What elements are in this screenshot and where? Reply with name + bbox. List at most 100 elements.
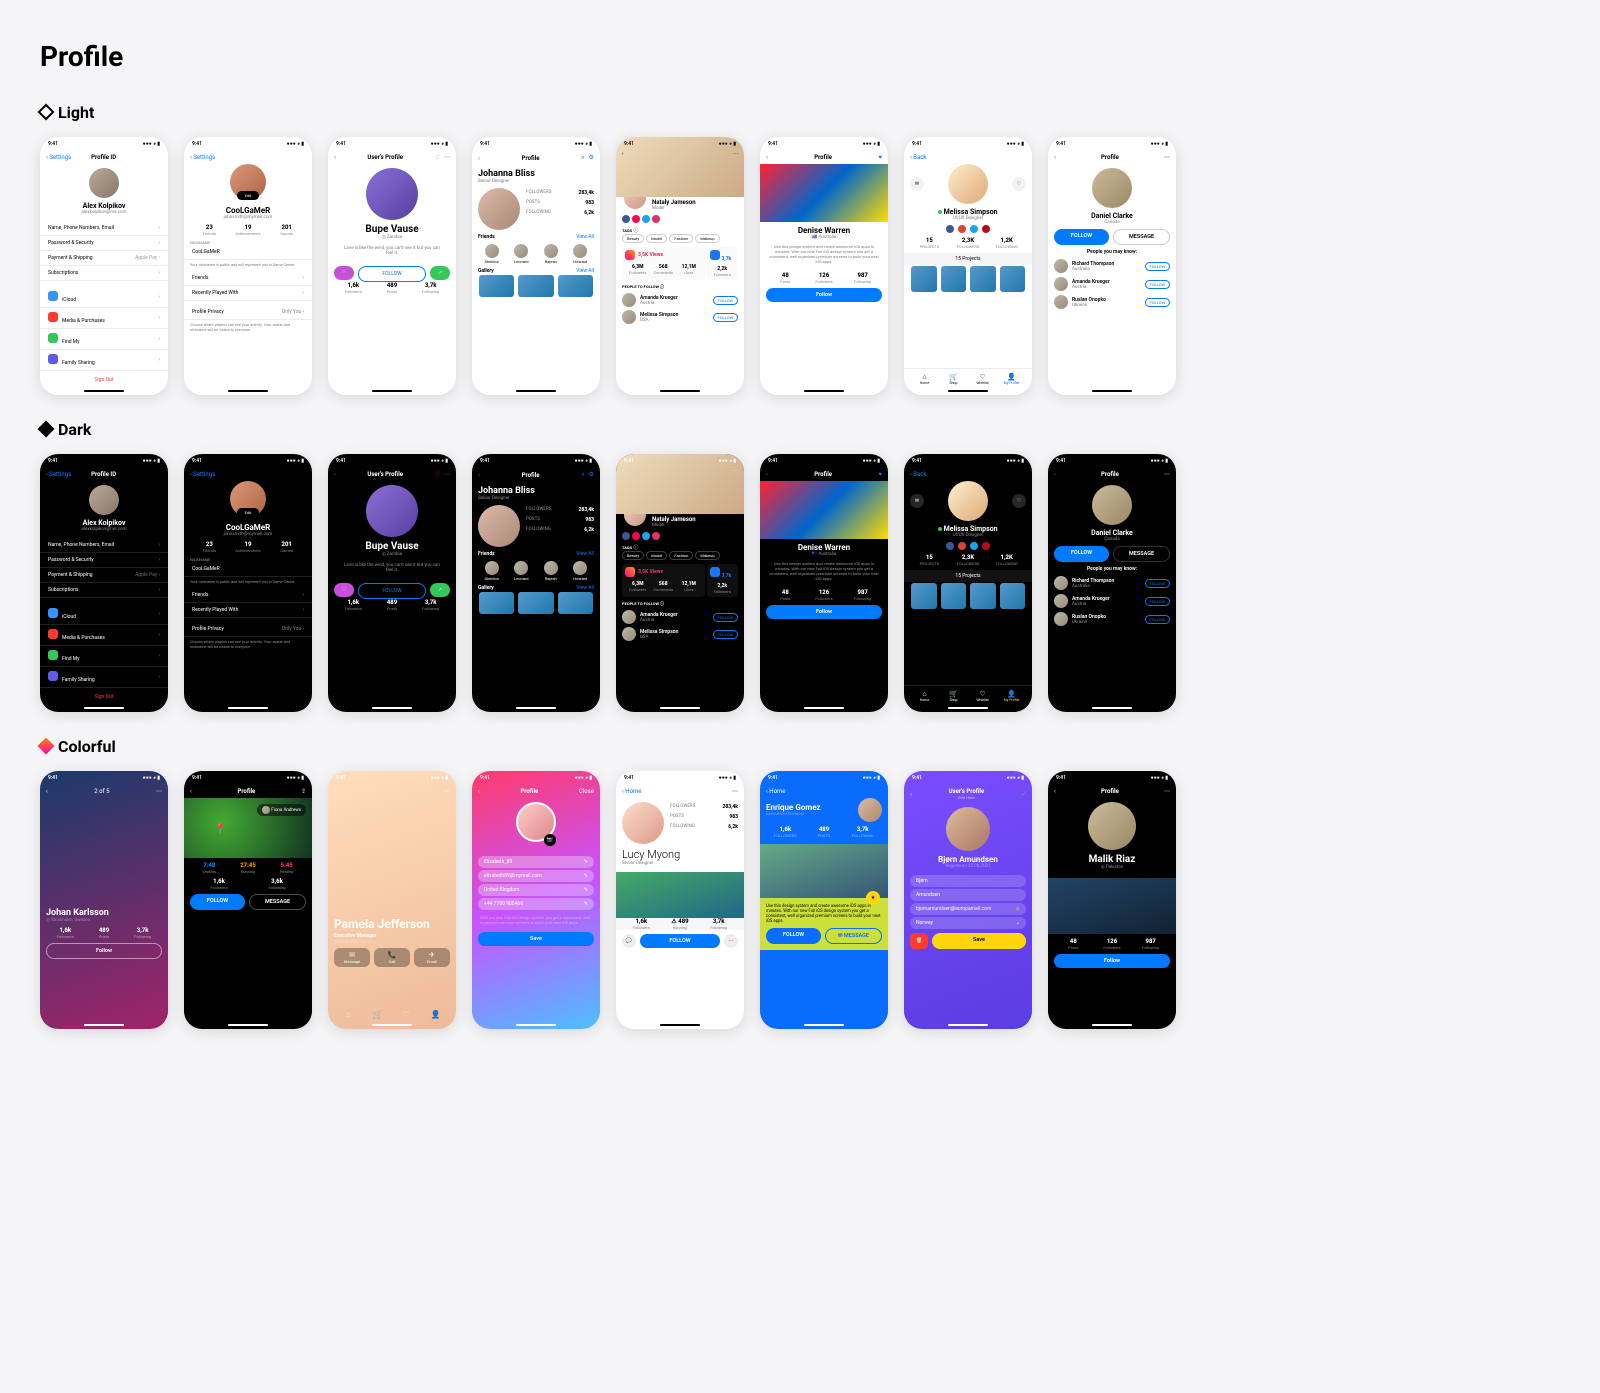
message-button[interactable]: MESSAGE [249,894,306,910]
follow-button[interactable]: FOLLOW [358,583,426,599]
settings-row[interactable]: Password & Security› [40,553,168,568]
list-row[interactable]: Recently Played With› [184,603,312,618]
follow-button[interactable]: Follow [46,943,162,959]
check-icon[interactable]: ✓ [1021,791,1026,798]
heart-icon[interactable]: ♡ [1012,177,1026,191]
back-button[interactable]: ‹ [334,154,336,161]
search-icon[interactable]: ⌕ [581,471,584,479]
back-button[interactable]: ‹ [622,468,624,474]
follow-button[interactable]: FOLLOW [713,613,738,622]
back-button[interactable]: ‹ [334,471,336,478]
follow-button[interactable]: Follow [1054,954,1170,968]
like-button[interactable]: ♡ [334,583,354,597]
back-button[interactable]: ‹ Settings [190,154,215,161]
gear-icon[interactable]: ⚙ [589,471,594,479]
settings-row[interactable]: Media & Purchases› [40,308,168,329]
star-icon[interactable]: ★ [866,891,880,905]
more-icon[interactable]: ⋯ [1164,154,1170,161]
more-icon[interactable]: ⋯ [1164,788,1170,795]
settings-row[interactable]: Payment & ShippingApple Pay › [40,568,168,583]
settings-row[interactable]: Family Sharing› [40,667,168,688]
follow-button[interactable]: Follow [766,605,882,619]
tab-my-profile[interactable]: 👤My Profile [997,373,1026,385]
follow-button[interactable]: FOLLOW [713,296,738,305]
follow-button[interactable]: FOLLOW [1145,597,1170,606]
settings-row[interactable]: Password & Security› [40,236,168,251]
heart-icon[interactable]: ♡ [435,154,440,161]
follow-button[interactable]: FOLLOW [1145,262,1170,271]
more-icon[interactable]: ⋯ [1164,471,1170,478]
input-field[interactable]: United Kingdom✎ [478,884,594,896]
settings-row[interactable]: Find My› [40,329,168,350]
heart-icon[interactable]: ♡ [435,471,440,478]
follow-button[interactable]: FOLLOW [766,928,821,944]
settings-row[interactable]: Payment & ShippingApple Pay › [40,251,168,266]
back-button[interactable]: ‹ [766,154,768,161]
back-button[interactable]: ‹ [766,471,768,478]
follow-button[interactable]: Follow [766,288,882,302]
back-button[interactable]: ‹ Settings [46,154,71,161]
tag[interactable]: Makeup [695,551,719,560]
home-button[interactable]: ‹ Home [622,788,641,795]
follow-button[interactable]: FOLLOW [640,934,720,948]
follow-button[interactable]: FOLLOW [1054,229,1109,245]
search-icon[interactable]: ⌕ [581,154,584,162]
share-icon[interactable]: ⇪ [301,788,306,795]
view-all-link[interactable]: View All [576,234,594,240]
like-button[interactable]: ♡ [334,266,354,280]
view-all-link[interactable]: View All [576,551,594,557]
list-row[interactable]: Friends› [184,271,312,286]
back-button[interactable]: ‹ [478,155,480,162]
more-icon[interactable]: ⋯ [733,151,738,157]
settings-row[interactable]: Name, Phone Numbers, Email› [40,538,168,553]
tag[interactable]: Fashion [669,551,693,560]
back-button[interactable]: ‹ [478,788,480,795]
list-row[interactable]: Recently Played With› [184,286,312,301]
email-button[interactable]: ✈Email [414,948,450,967]
message-icon[interactable]: ✉ [910,494,924,508]
back-button[interactable]: ‹ [46,788,48,795]
list-row[interactable]: Friends› [184,588,312,603]
gear-icon[interactable]: ⚙ [589,154,594,162]
settings-row[interactable]: Name, Phone Numbers, Email› [40,221,168,236]
tab-shop[interactable]: 🛒Shop [939,373,968,385]
tag[interactable]: Makeup [695,234,719,243]
more-icon[interactable]: ⋯ [724,934,738,948]
input-field[interactable]: Elizabeth_89✎ [478,856,594,868]
signout-button[interactable]: Sign Out [40,371,168,389]
share-button[interactable]: ↗ [430,583,450,597]
back-button[interactable]: ‹ [478,472,480,479]
more-icon[interactable]: ⋯ [733,468,738,474]
back-button[interactable]: ‹ Settings [190,471,215,478]
more-icon[interactable]: ⋯ [444,154,450,161]
more-icon[interactable]: ⋯ [444,788,450,795]
follow-button[interactable]: FOLLOW [358,266,426,282]
privacy-row[interactable]: Profile PrivacyOnly You › [184,622,312,637]
follow-button[interactable]: FOLLOW [1145,298,1170,307]
tab-my-profile[interactable]: 👤My Profile [997,690,1026,702]
nickname-row[interactable]: CooLGaMeR [184,562,312,577]
back-button[interactable]: ‹ [190,788,192,795]
back-button[interactable]: ‹ Back [910,154,926,161]
settings-row[interactable]: iCloud› [40,287,168,308]
settings-row[interactable]: Family Sharing› [40,350,168,371]
share-button[interactable]: ↗ [430,266,450,280]
input-field[interactable]: +44 7700 900466✎ [478,898,594,910]
nickname-row[interactable]: CooLGaMeR [184,245,312,260]
follow-button[interactable]: FOLLOW [713,630,738,639]
tag[interactable]: Fashion [669,234,693,243]
back-button[interactable]: ‹ Back [910,471,926,478]
camera-icon[interactable]: 📷 [544,834,556,846]
save-button[interactable]: Save [478,932,594,946]
back-button[interactable]: ‹ [1054,154,1056,161]
message-button[interactable]: ✉Message [334,948,370,967]
tab-home[interactable]: ⌂Home [910,690,939,702]
more-icon[interactable]: ⋯ [156,788,162,795]
home-button[interactable]: ‹ Home [766,788,785,795]
more-icon[interactable]: ⋯ [444,471,450,478]
settings-row[interactable]: Subscriptions› [40,583,168,598]
heart-icon[interactable]: ♥ [878,471,882,478]
back-button[interactable]: ‹ [334,788,336,795]
back-button[interactable]: ‹ [1054,471,1056,478]
back-button[interactable]: ‹ [622,151,624,157]
